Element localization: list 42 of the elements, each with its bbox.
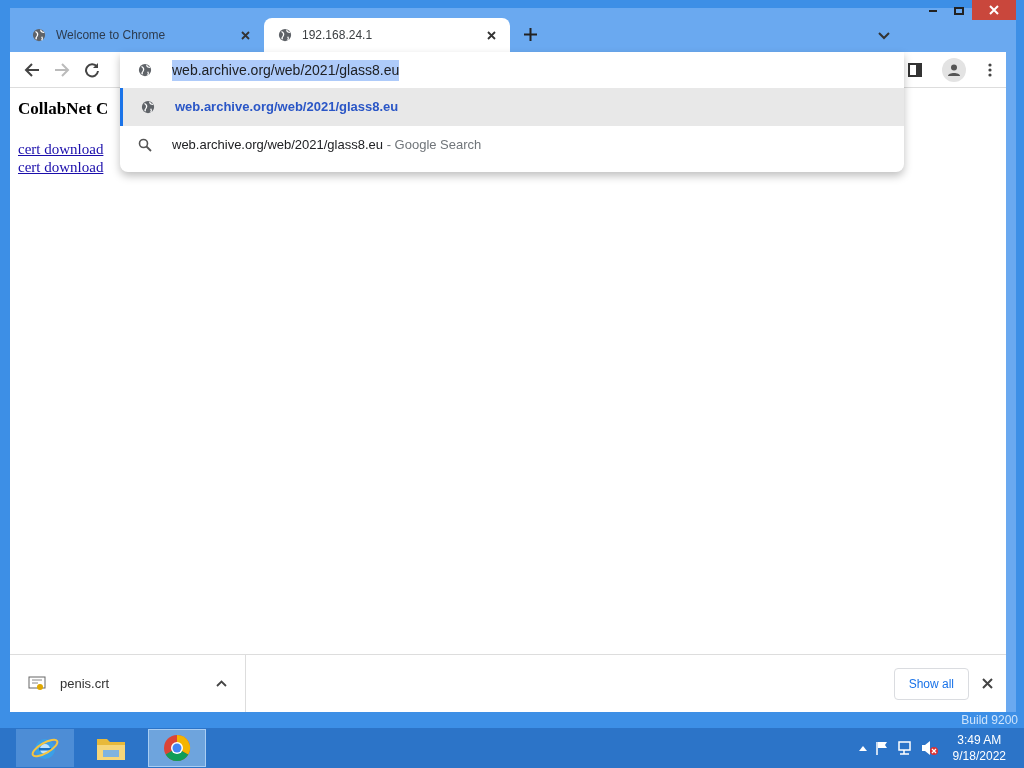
suggestion-text: web.archive.org/web/2021/glass8.eu - Google Search bbox=[172, 136, 482, 155]
profile-icon[interactable] bbox=[942, 57, 966, 82]
download-link[interactable]: cert download bbox=[18, 157, 104, 176]
speaker-muted-icon[interactable] bbox=[920, 740, 939, 756]
chevron-up-icon[interactable] bbox=[216, 680, 227, 687]
close-icon bbox=[989, 5, 999, 15]
show-all-button[interactable]: Show all bbox=[893, 667, 969, 700]
tab-title: 192.168.24.1 bbox=[302, 27, 374, 44]
taskbar-app[interactable] bbox=[148, 729, 206, 767]
browser-tab[interactable]: 192.168.24.1 bbox=[264, 18, 510, 52]
clock-time[interactable]: 3:49 AM bbox=[957, 732, 1002, 748]
suggestion-text: web.archive.org/web/2021/glass8.eu bbox=[175, 98, 399, 117]
tray-arrow-icon[interactable] bbox=[858, 745, 867, 751]
globe-icon bbox=[32, 28, 46, 42]
close-icon[interactable] bbox=[982, 678, 993, 689]
globe-icon bbox=[141, 100, 155, 114]
download-filename[interactable]: penis.crt bbox=[60, 673, 202, 694]
back-icon[interactable] bbox=[24, 61, 40, 78]
browser-tab[interactable]: Welcome to Chrome bbox=[18, 18, 264, 52]
close-icon[interactable] bbox=[241, 30, 250, 40]
flag-icon[interactable] bbox=[874, 741, 889, 755]
build-label: Build 9200 bbox=[961, 712, 1018, 729]
search-icon bbox=[138, 138, 152, 152]
clock-date[interactable]: 9/18/2022 bbox=[952, 748, 1006, 764]
new-tab-icon[interactable] bbox=[524, 28, 537, 41]
suggestion-item[interactable]: web.archive.org/web/2021/glass8.eu - Google Search bbox=[120, 126, 904, 164]
certificate-icon bbox=[28, 675, 46, 692]
suggestion-item[interactable]: web.archive.org/web/2021/glass8.eu bbox=[120, 88, 904, 126]
address-field[interactable]: web.archive.org/web/2021/glass8.eu bbox=[172, 59, 400, 81]
tab-title: Welcome to Chrome bbox=[56, 27, 167, 44]
globe-icon bbox=[278, 28, 292, 42]
network-icon[interactable] bbox=[896, 740, 913, 756]
globe-icon bbox=[138, 63, 152, 77]
chrome-icon bbox=[162, 733, 192, 763]
page-heading: CollabNet C bbox=[18, 98, 109, 120]
menu-icon[interactable] bbox=[988, 62, 992, 77]
download-link[interactable]: cert download bbox=[18, 139, 104, 158]
chevron-down-icon[interactable] bbox=[878, 32, 890, 40]
side-panel-icon[interactable] bbox=[908, 62, 922, 77]
close-button[interactable] bbox=[972, 0, 1016, 20]
close-icon[interactable] bbox=[487, 30, 496, 40]
reload-icon[interactable] bbox=[84, 61, 100, 78]
